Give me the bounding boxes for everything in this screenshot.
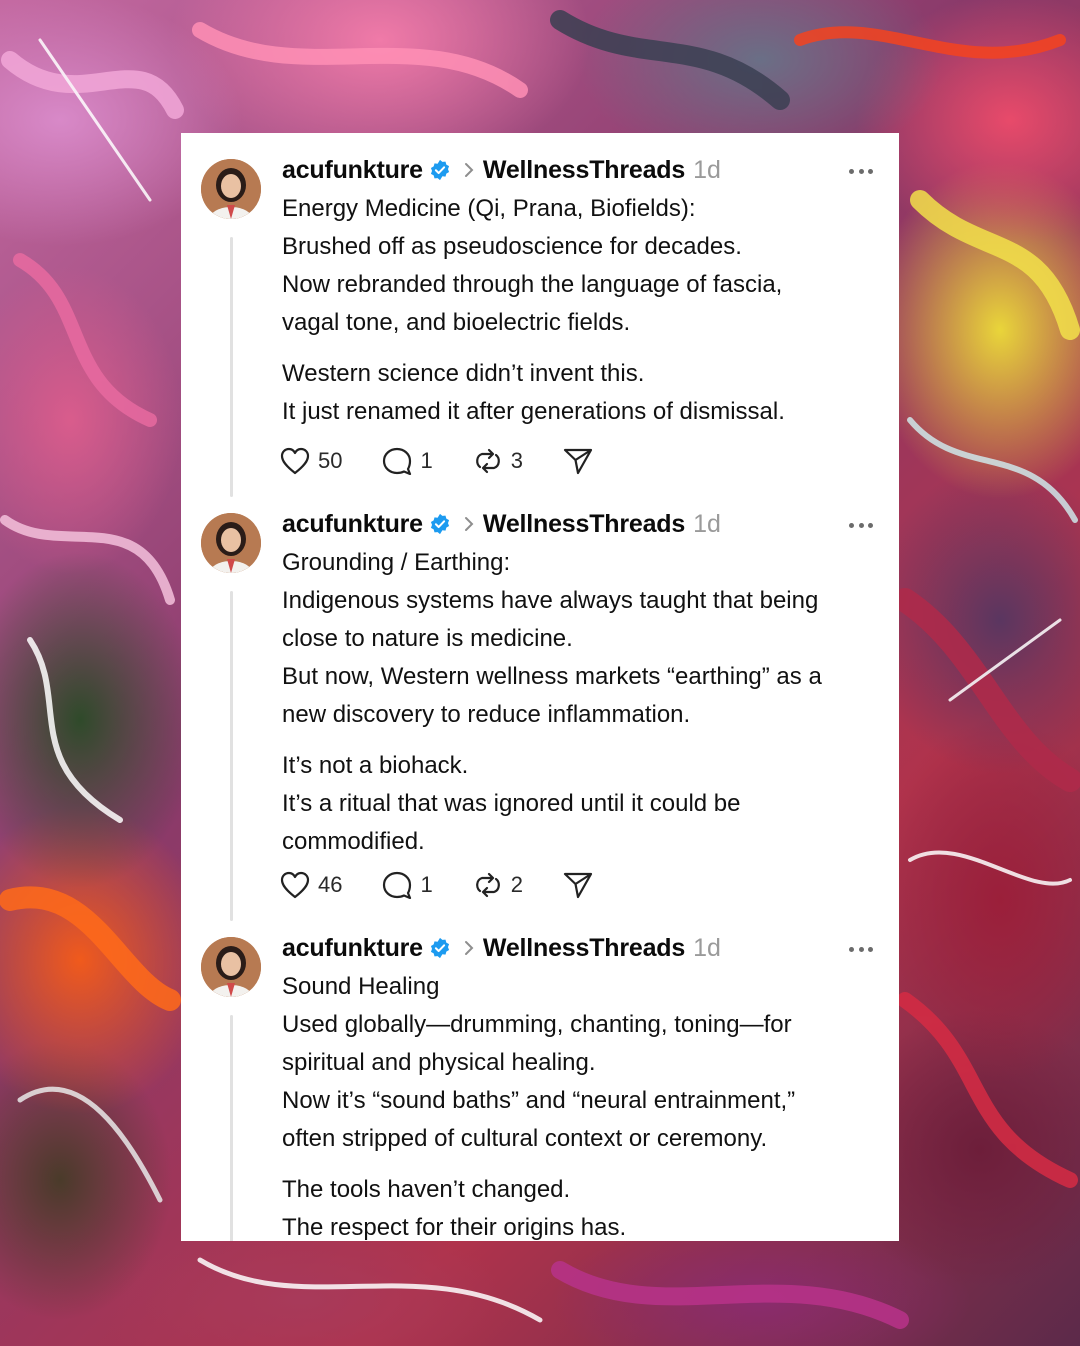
share-button[interactable]: [563, 447, 593, 475]
post-text-line: Indigenous systems have always taught th…: [282, 587, 819, 614]
more-options-icon[interactable]: [849, 515, 873, 535]
post-body: Energy Medicine (Qi, Prana, Biofields): …: [282, 191, 882, 432]
post-text-line: new discovery to reduce inflammation.: [282, 701, 691, 728]
post-text-line: It just renamed it after generations of …: [282, 398, 785, 425]
verified-badge-icon: [430, 513, 449, 535]
username[interactable]: acufunkture: [282, 510, 423, 539]
repost-icon: [475, 872, 500, 898]
more-options-icon[interactable]: [849, 161, 873, 181]
repost-button[interactable]: 2: [473, 871, 523, 899]
post-actions: 50 1 3: [280, 444, 633, 478]
post-text-line: Brushed off as pseudoscience for decades…: [282, 233, 742, 260]
avatar[interactable]: [201, 513, 261, 573]
post-text-line: It’s a ritual that was ignored until it …: [282, 790, 741, 817]
post-text-line: Energy Medicine (Qi, Prana, Biofields):: [282, 195, 696, 222]
post-header: acufunkture WellnessThreads 1d: [282, 509, 721, 539]
community-name[interactable]: WellnessThreads: [483, 510, 685, 539]
post-time: 1d: [693, 509, 721, 538]
chevron-right-icon: [464, 517, 474, 531]
post-header: acufunkture WellnessThreads 1d: [282, 933, 721, 963]
post-text-line: Western science didn’t invent this.: [282, 360, 645, 387]
post-text-line: But now, Western wellness markets “earth…: [282, 663, 822, 690]
post-text-line: spiritual and physical healing.: [282, 1049, 596, 1076]
like-button[interactable]: 46: [280, 871, 342, 899]
avatar-image: [201, 159, 261, 219]
reply-button[interactable]: 1: [382, 871, 433, 899]
send-icon: [563, 872, 593, 899]
avatar-image: [201, 937, 261, 997]
chevron-right-icon: [464, 941, 474, 955]
chevron-right-icon: [464, 163, 474, 177]
post-text-line: often stripped of cultural context or ce…: [282, 1125, 768, 1152]
username[interactable]: acufunkture: [282, 934, 423, 963]
post-body: Grounding / Earthing: Indigenous systems…: [282, 545, 882, 862]
post-text-line: The tools haven’t changed.: [282, 1176, 571, 1203]
community-name[interactable]: WellnessThreads: [483, 934, 685, 963]
heart-icon: [280, 871, 310, 899]
thread-post: acufunkture WellnessThreads 1d Sound Hea…: [181, 911, 899, 1241]
post-text-line: Now rebranded through the language of fa…: [282, 271, 783, 298]
like-count: 50: [318, 448, 343, 473]
verified-badge-icon: [430, 159, 449, 181]
post-text-line: It’s not a biohack.: [282, 752, 469, 779]
like-count: 46: [318, 872, 343, 897]
username[interactable]: acufunkture: [282, 156, 423, 185]
post-text-line: close to nature is medicine.: [282, 625, 573, 652]
community-name[interactable]: WellnessThreads: [483, 156, 685, 185]
post-text-line: Used globally—drumming, chanting, toning…: [282, 1011, 792, 1038]
threads-card: acufunkture WellnessThreads 1d Energy Me…: [181, 133, 899, 1241]
post-text-line: vagal tone, and bioelectric fields.: [282, 309, 631, 336]
avatar[interactable]: [201, 159, 261, 219]
post-time: 1d: [693, 933, 721, 962]
post-text-line: Sound Healing: [282, 973, 440, 1000]
repost-count: 2: [510, 872, 523, 897]
avatar[interactable]: [201, 937, 261, 997]
post-text-line: Now it’s “sound baths” and “neural entra…: [282, 1087, 796, 1114]
post-text-line: Grounding / Earthing:: [282, 549, 511, 576]
thread-connector-line: [230, 237, 233, 497]
post-body: Sound Healing Used globally—drumming, ch…: [282, 969, 882, 1241]
reply-count: 1: [420, 872, 433, 897]
thread-post: acufunkture WellnessThreads 1d Energy Me…: [181, 133, 899, 497]
repost-button[interactable]: 3: [473, 447, 523, 475]
thread-connector-line: [230, 591, 233, 921]
heart-icon: [280, 447, 310, 475]
avatar-image: [201, 513, 261, 573]
repost-count: 3: [510, 448, 523, 473]
thread-post: acufunkture WellnessThreads 1d Grounding…: [181, 487, 899, 921]
post-actions: 46 1 2: [280, 868, 633, 902]
thread-connector-line: [230, 1015, 233, 1241]
post-header: acufunkture WellnessThreads 1d: [282, 155, 721, 185]
send-icon: [563, 448, 593, 475]
more-options-icon[interactable]: [849, 939, 873, 959]
comment-icon: [383, 447, 412, 475]
reply-button[interactable]: 1: [382, 447, 433, 475]
like-button[interactable]: 50: [280, 447, 342, 475]
comment-icon: [383, 871, 412, 899]
share-button[interactable]: [563, 871, 593, 899]
reply-count: 1: [420, 448, 433, 473]
repost-icon: [475, 448, 500, 474]
post-time: 1d: [693, 155, 721, 184]
post-text-line: commodified.: [282, 828, 425, 855]
post-text-line: The respect for their origins has.: [282, 1214, 627, 1241]
verified-badge-icon: [430, 937, 449, 959]
